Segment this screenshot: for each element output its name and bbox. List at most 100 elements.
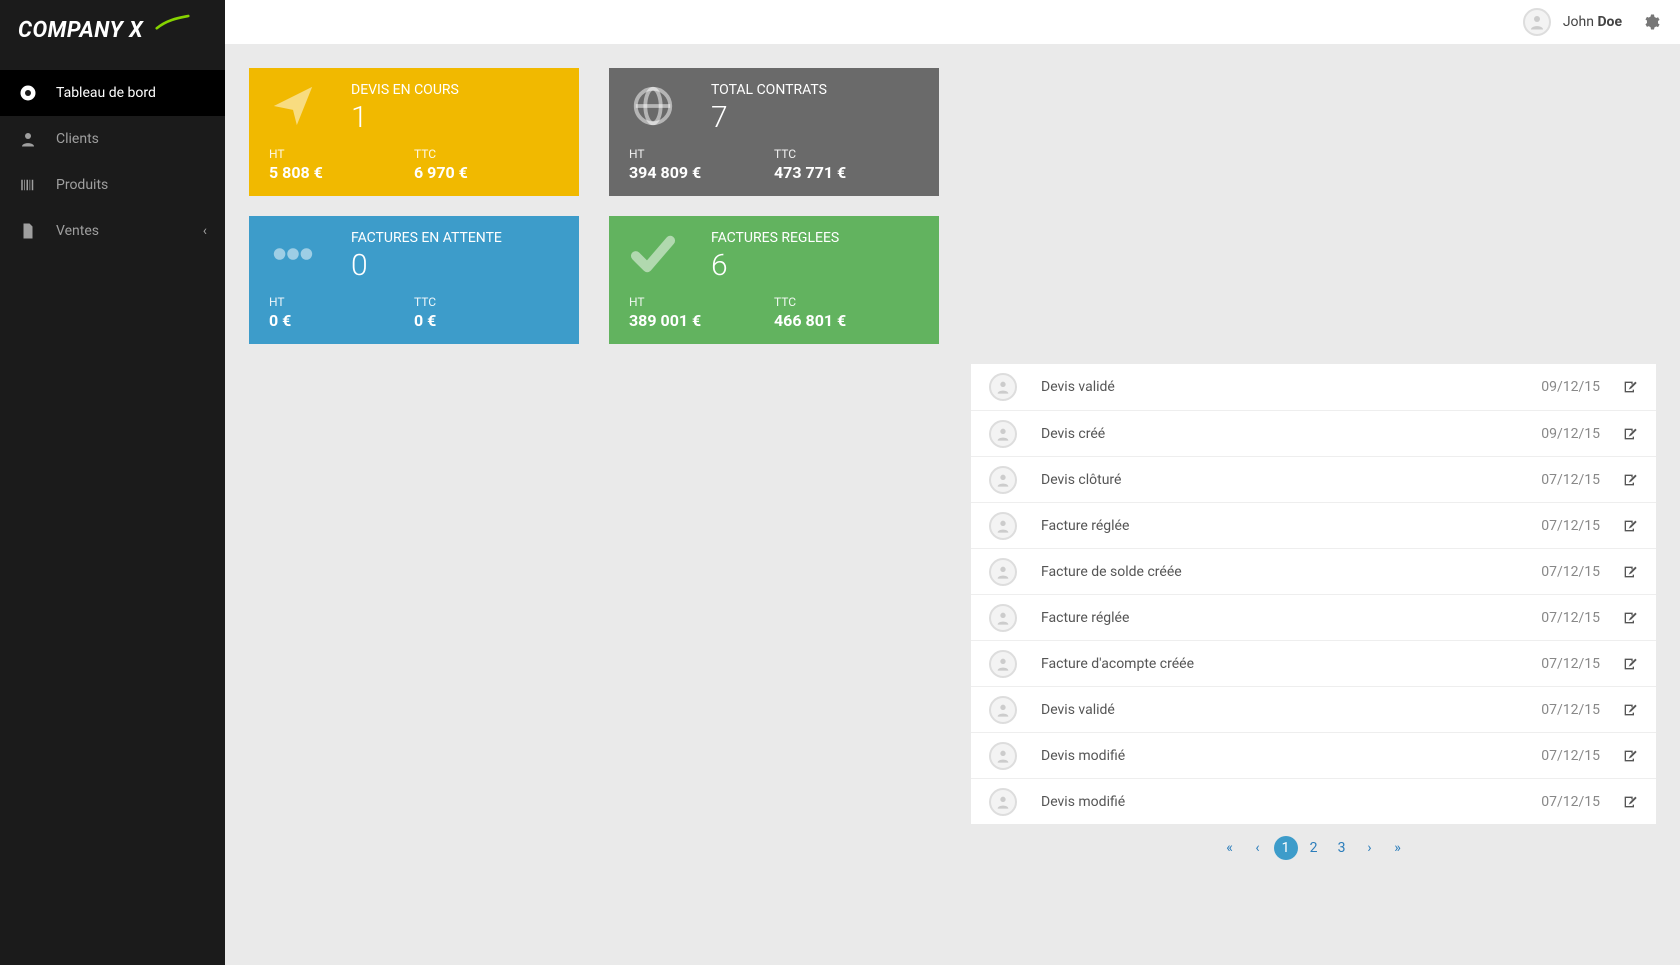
activity-title: Facture réglée	[1041, 518, 1541, 534]
activity-date: 09/12/15	[1541, 379, 1600, 395]
kpi-stat: TTC473 771 €	[774, 147, 919, 182]
ellipsis-icon	[269, 230, 317, 278]
avatar[interactable]	[1523, 8, 1551, 36]
edit-icon[interactable]	[1622, 472, 1638, 488]
activity-avatar	[989, 466, 1017, 494]
sidebar-item-clients[interactable]: Clients	[0, 116, 225, 162]
activity-title: Devis modifié	[1041, 748, 1541, 764]
activity-avatar	[989, 558, 1017, 586]
activity-item[interactable]: Devis modifié07/12/15	[971, 732, 1656, 778]
activity-avatar	[989, 788, 1017, 816]
brand-name: COMPANY X	[18, 18, 143, 43]
activity-avatar	[989, 373, 1017, 401]
pagination-page-1[interactable]: 1	[1274, 836, 1298, 860]
sidebar-item-ventes[interactable]: Ventes ‹	[0, 208, 225, 254]
activity-title: Devis modifié	[1041, 794, 1541, 810]
activity-date: 07/12/15	[1541, 656, 1600, 672]
activity-title: Facture de solde créée	[1041, 564, 1541, 580]
activity-date: 07/12/15	[1541, 702, 1600, 718]
pagination-prev[interactable]: ‹	[1246, 836, 1270, 860]
chevron-left-icon: ‹	[203, 223, 207, 239]
pagination-page-3[interactable]: 3	[1330, 836, 1354, 860]
activity-avatar	[989, 696, 1017, 724]
edit-icon[interactable]	[1622, 748, 1638, 764]
barcode-icon	[18, 175, 38, 195]
activity-item[interactable]: Facture réglée07/12/15	[971, 502, 1656, 548]
pagination-last[interactable]: »	[1386, 836, 1410, 860]
sidebar-item-produits[interactable]: Produits	[0, 162, 225, 208]
sidebar: COMPANY X Tableau de bord Clients Produits…	[0, 0, 225, 965]
edit-icon[interactable]	[1622, 518, 1638, 534]
user-silhouette-icon	[1528, 13, 1546, 31]
kpi-card-devis-en-cours[interactable]: DEVIS EN COURS 1 HT5 808 €TTC6 970 €	[249, 68, 579, 196]
activity-item[interactable]: Devis clôturé07/12/15	[971, 456, 1656, 502]
edit-icon[interactable]	[1622, 656, 1638, 672]
activity-date: 07/12/15	[1541, 748, 1600, 764]
settings-button[interactable]	[1642, 13, 1660, 31]
kpi-card-count: 1	[351, 100, 368, 135]
globe-icon	[629, 82, 677, 130]
kpi-stat: TTC0 €	[414, 295, 559, 330]
sidebar-item-label: Tableau de bord	[56, 85, 156, 101]
activity-date: 07/12/15	[1541, 610, 1600, 626]
pagination: «‹123›»	[971, 836, 1656, 860]
activity-item[interactable]: Facture de solde créée07/12/15	[971, 548, 1656, 594]
activity-item[interactable]: Facture d'acompte créée07/12/15	[971, 640, 1656, 686]
sidebar-item-tableau-de-bord[interactable]: Tableau de bord	[0, 70, 225, 116]
activity-title: Devis validé	[1041, 702, 1541, 718]
edit-icon[interactable]	[1622, 379, 1638, 395]
topbar: John Doe	[225, 0, 1680, 44]
activity-date: 07/12/15	[1541, 518, 1600, 534]
kpi-cards: DEVIS EN COURS 1 HT5 808 €TTC6 970 € TOTAL …	[249, 68, 974, 364]
activity-title: Facture d'acompte créée	[1041, 656, 1541, 672]
kpi-card-count: 6	[711, 248, 728, 283]
kpi-card-title: FACTURES REGLEES	[711, 230, 839, 246]
activity-avatar	[989, 512, 1017, 540]
brand-swoosh-icon	[155, 14, 190, 32]
sidebar-nav: Tableau de bord Clients Produits Ventes ‹	[0, 70, 225, 254]
kpi-card-factures-reglees[interactable]: FACTURES REGLEES 6 HT389 001 €TTC466 801 €	[609, 216, 939, 344]
activity-feed: Devis validé09/12/15Devis créé09/12/15De…	[971, 364, 1656, 860]
user-name-text[interactable]: John Doe	[1563, 14, 1622, 30]
activity-title: Devis validé	[1041, 379, 1541, 395]
kpi-stat: HT389 001 €	[629, 295, 774, 330]
kpi-card-title: DEVIS EN COURS	[351, 82, 459, 98]
activity-item[interactable]: Facture réglée07/12/15	[971, 594, 1656, 640]
activity-item[interactable]: Devis modifié07/12/15	[971, 778, 1656, 824]
paper-plane-icon	[269, 82, 317, 130]
kpi-card-title: TOTAL CONTRATS	[711, 82, 827, 98]
activity-item[interactable]: Devis créé09/12/15	[971, 410, 1656, 456]
edit-icon[interactable]	[1622, 426, 1638, 442]
kpi-stat: HT5 808 €	[269, 147, 414, 182]
user-icon	[18, 129, 38, 149]
activity-date: 09/12/15	[1541, 426, 1600, 442]
kpi-card-total-contrats[interactable]: TOTAL CONTRATS 7 HT394 809 €TTC473 771 €	[609, 68, 939, 196]
activity-item[interactable]: Devis validé09/12/15	[971, 364, 1656, 410]
kpi-card-factures-en-attente[interactable]: FACTURES EN ATTENTE0HT0 €TTC0 €	[249, 216, 579, 344]
activity-date: 07/12/15	[1541, 472, 1600, 488]
kpi-card-title: FACTURES EN ATTENTE	[351, 230, 502, 246]
edit-icon[interactable]	[1622, 702, 1638, 718]
edit-icon[interactable]	[1622, 794, 1638, 810]
kpi-stat: HT0 €	[269, 295, 414, 330]
edit-icon[interactable]	[1622, 610, 1638, 626]
edit-icon[interactable]	[1622, 564, 1638, 580]
activity-title: Devis clôturé	[1041, 472, 1541, 488]
sidebar-item-label: Produits	[56, 177, 108, 193]
brand-logo: COMPANY X	[0, 0, 225, 60]
pagination-next[interactable]: ›	[1358, 836, 1382, 860]
main-content: DEVIS EN COURS 1 HT5 808 €TTC6 970 € TOTAL …	[225, 44, 1680, 965]
kpi-stat: TTC466 801 €	[774, 295, 919, 330]
kpi-stat: TTC6 970 €	[414, 147, 559, 182]
activity-date: 07/12/15	[1541, 794, 1600, 810]
pagination-page-2[interactable]: 2	[1302, 836, 1326, 860]
activity-title: Facture réglée	[1041, 610, 1541, 626]
kpi-stat: HT394 809 €	[629, 147, 774, 182]
pagination-first[interactable]: «	[1218, 836, 1242, 860]
sidebar-item-label: Clients	[56, 131, 99, 147]
kpi-card-count: 7	[711, 100, 728, 135]
sidebar-item-label: Ventes	[56, 223, 99, 239]
check-icon	[629, 230, 677, 278]
activity-avatar	[989, 604, 1017, 632]
activity-item[interactable]: Devis validé07/12/15	[971, 686, 1656, 732]
